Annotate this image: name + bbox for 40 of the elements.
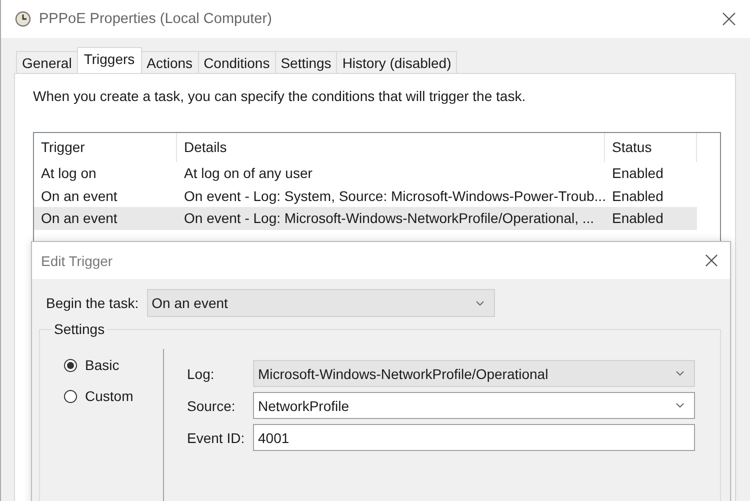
begin-dropdown[interactable]: On an event (146, 289, 495, 317)
log-dropdown[interactable]: Microsoft-Windows-NetworkProfile/Operational (253, 360, 695, 387)
column-header[interactable]: Trigger (34, 133, 177, 162)
event-id-field[interactable]: 4001 (253, 424, 695, 451)
table-cell-text: On an event (40, 188, 118, 204)
dialog-title: Edit Trigger (41, 252, 113, 268)
field-label: Event ID: (187, 430, 246, 446)
description-text: When you create a task, you can specify the conditions that will trigger the task. (33, 88, 527, 104)
table-row[interactable]: At log on At log on of any user Enabled (34, 162, 720, 184)
radio-button[interactable] (64, 390, 77, 402)
source-combo-box[interactable]: NetworkProfile (253, 392, 695, 419)
table-row[interactable]: On an event On event - Log: System, Source: Microsoft-Windows-Power-Troub... Enabled (34, 184, 720, 207)
group-label: Settings (53, 321, 106, 337)
table-cell-text: On an event (40, 210, 118, 226)
table-cell-text: On event - Log: Microsoft-Windows-NetworkProfile/Operational, ... (183, 210, 596, 226)
field-label: Source: (187, 398, 236, 414)
close-icon[interactable] (722, 12, 736, 26)
table-cell-text: On event - Log: System, Source: Microsoft-Windows-Power-Troub... (183, 188, 605, 204)
tab[interactable]: General (16, 51, 78, 73)
table-cell-text: Enabled (611, 188, 664, 204)
column-header[interactable]: Status (605, 133, 697, 162)
chevron-icon (676, 403, 684, 408)
table-cell-text: Enabled (611, 210, 664, 226)
table-cell-text: Enabled (611, 165, 664, 182)
radio-button[interactable] (64, 358, 77, 372)
tab[interactable]: Triggers (76, 47, 142, 73)
chevron-icon (676, 371, 684, 376)
field-label: Log: (187, 366, 216, 382)
close-icon[interactable] (705, 254, 718, 267)
radio-option[interactable]: Basic (64, 357, 163, 373)
clock-icon (15, 11, 31, 27)
radio-option[interactable]: Custom (64, 388, 163, 404)
field-label: Begin the task: (46, 295, 139, 311)
tab[interactable]: Settings (274, 51, 338, 73)
table-cell-text: At log on (40, 165, 98, 182)
column-header[interactable]: Details (177, 133, 605, 162)
window-title: PPPoE Properties (Local Computer) (39, 11, 273, 27)
chevron-icon (476, 300, 484, 306)
table-cell-text: At log on of any user (183, 165, 314, 182)
tab[interactable]: History (disabled) (336, 51, 458, 73)
